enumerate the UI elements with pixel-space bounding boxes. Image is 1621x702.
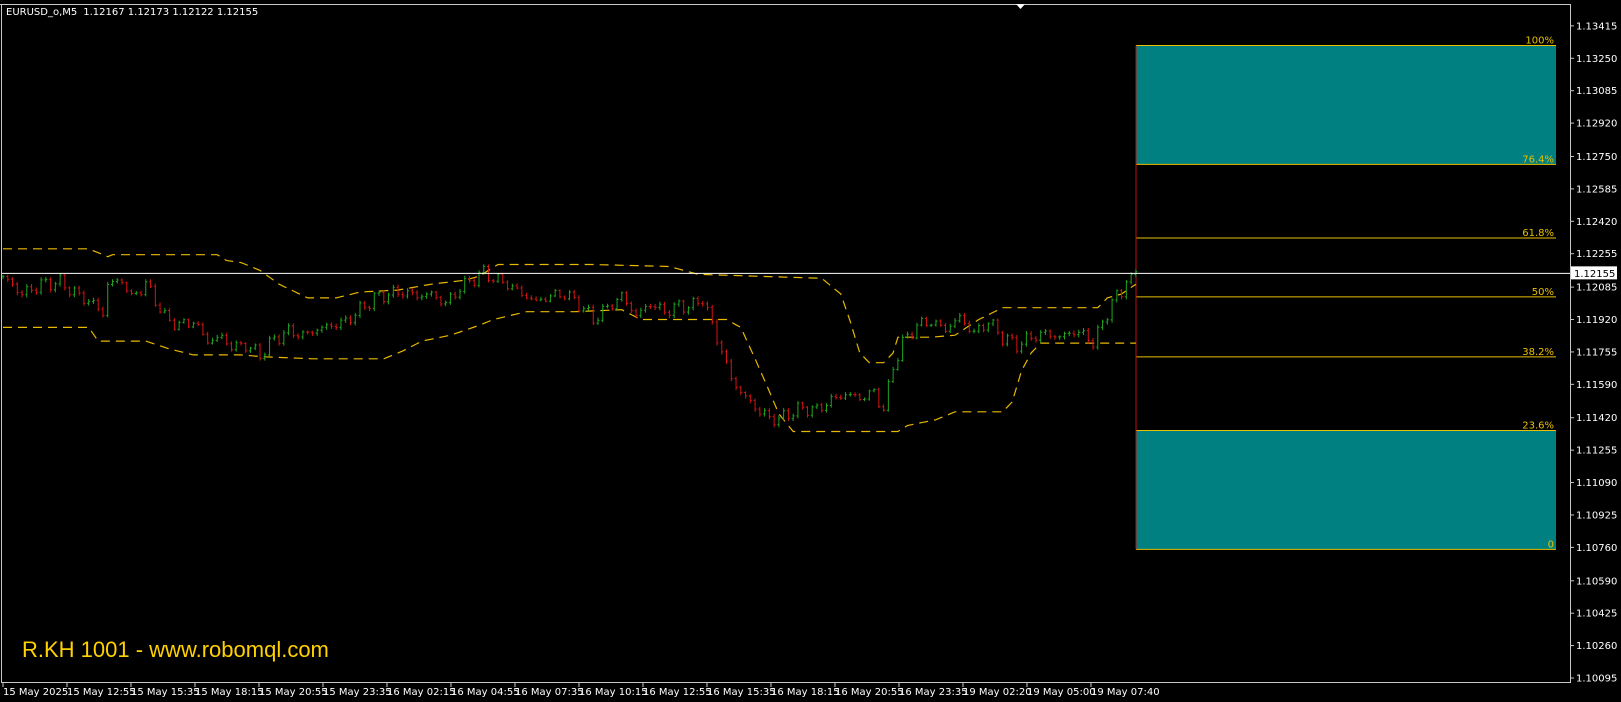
x-tick-label: 15 May 15:35 [131,687,200,698]
x-tick-label: 15 May 20:55 [259,687,328,698]
x-tick-label: 16 May 18:15 [771,687,840,698]
x-tick-label: 16 May 10:15 [579,687,648,698]
y-tick-label: 1.11255 [1576,446,1617,457]
fib-level-label: 38.2% [1522,347,1554,358]
x-tick-label: 16 May 20:55 [835,687,904,698]
y-tick-label: 1.12255 [1576,249,1617,260]
fib-level-label: 50% [1532,287,1554,298]
y-tick-label: 1.10590 [1576,576,1617,587]
y-tick-label: 1.12420 [1576,217,1617,228]
y-tick-label: 1.10260 [1576,641,1617,652]
current-price-label: 1.12155 [1574,269,1615,280]
y-tick-label: 1.11420 [1576,413,1617,424]
x-tick-label: 16 May 15:35 [707,687,776,698]
x-tick-label: 16 May 02:15 [387,687,456,698]
x-tick-label: 19 May 05:00 [1027,687,1096,698]
x-tick-label: 19 May 02:20 [963,687,1032,698]
y-tick-label: 1.11755 [1576,347,1617,358]
y-tick-label: 1.13085 [1576,86,1617,97]
symbol-label: EURUSD_o,M5 1.12167 1.12173 1.12122 1.121… [6,7,258,18]
x-tick-label: 15 May 18:15 [195,687,264,698]
x-tick-label: 19 May 07:40 [1091,687,1160,698]
y-tick-label: 1.13250 [1576,54,1617,65]
x-tick-label: 15 May 12:55 [67,687,136,698]
fib-level-label: 61.8% [1522,228,1554,239]
x-tick-label: 16 May 04:55 [451,687,520,698]
y-tick-label: 1.11090 [1576,478,1617,489]
y-tick-label: 1.11920 [1576,315,1617,326]
y-tick-label: 1.12085 [1576,283,1617,294]
price-chart[interactable]: 100%76.4%61.8%50%38.2%23.6%0 1.134151.13… [0,0,1621,702]
y-tick-label: 1.10760 [1576,543,1617,554]
watermark-text: R.KH 1001 - www.robomql.com [22,637,329,662]
price-axis[interactable]: 1.13415 1.13250 1.13085 1.12920 1.12750 1.125… [1570,21,1617,685]
y-tick-label: 1.12750 [1576,152,1617,163]
fib-level-label: 23.6% [1522,421,1554,432]
x-tick-label: 15 May 2025 [3,687,68,698]
x-tick-label: 16 May 07:35 [515,687,584,698]
fib-zone-1 [1136,430,1556,550]
fib-level-label: 100% [1525,36,1554,47]
y-tick-label: 1.13415 [1576,21,1617,32]
y-tick-label: 1.10425 [1576,609,1617,620]
y-tick-label: 1.10925 [1576,510,1617,521]
x-tick-label: 16 May 12:55 [643,687,712,698]
y-tick-label: 1.12585 [1576,184,1617,195]
y-tick-label: 1.10095 [1576,674,1617,685]
y-tick-label: 1.11590 [1576,380,1617,391]
x-tick-label: 15 May 23:35 [323,687,392,698]
x-tick-label: 16 May 23:35 [899,687,968,698]
fib-level-label: 0 [1548,539,1554,550]
y-tick-label: 1.12920 [1576,119,1617,130]
fib-level-label: 76.4% [1522,154,1554,165]
fib-zone-0 [1136,45,1556,165]
